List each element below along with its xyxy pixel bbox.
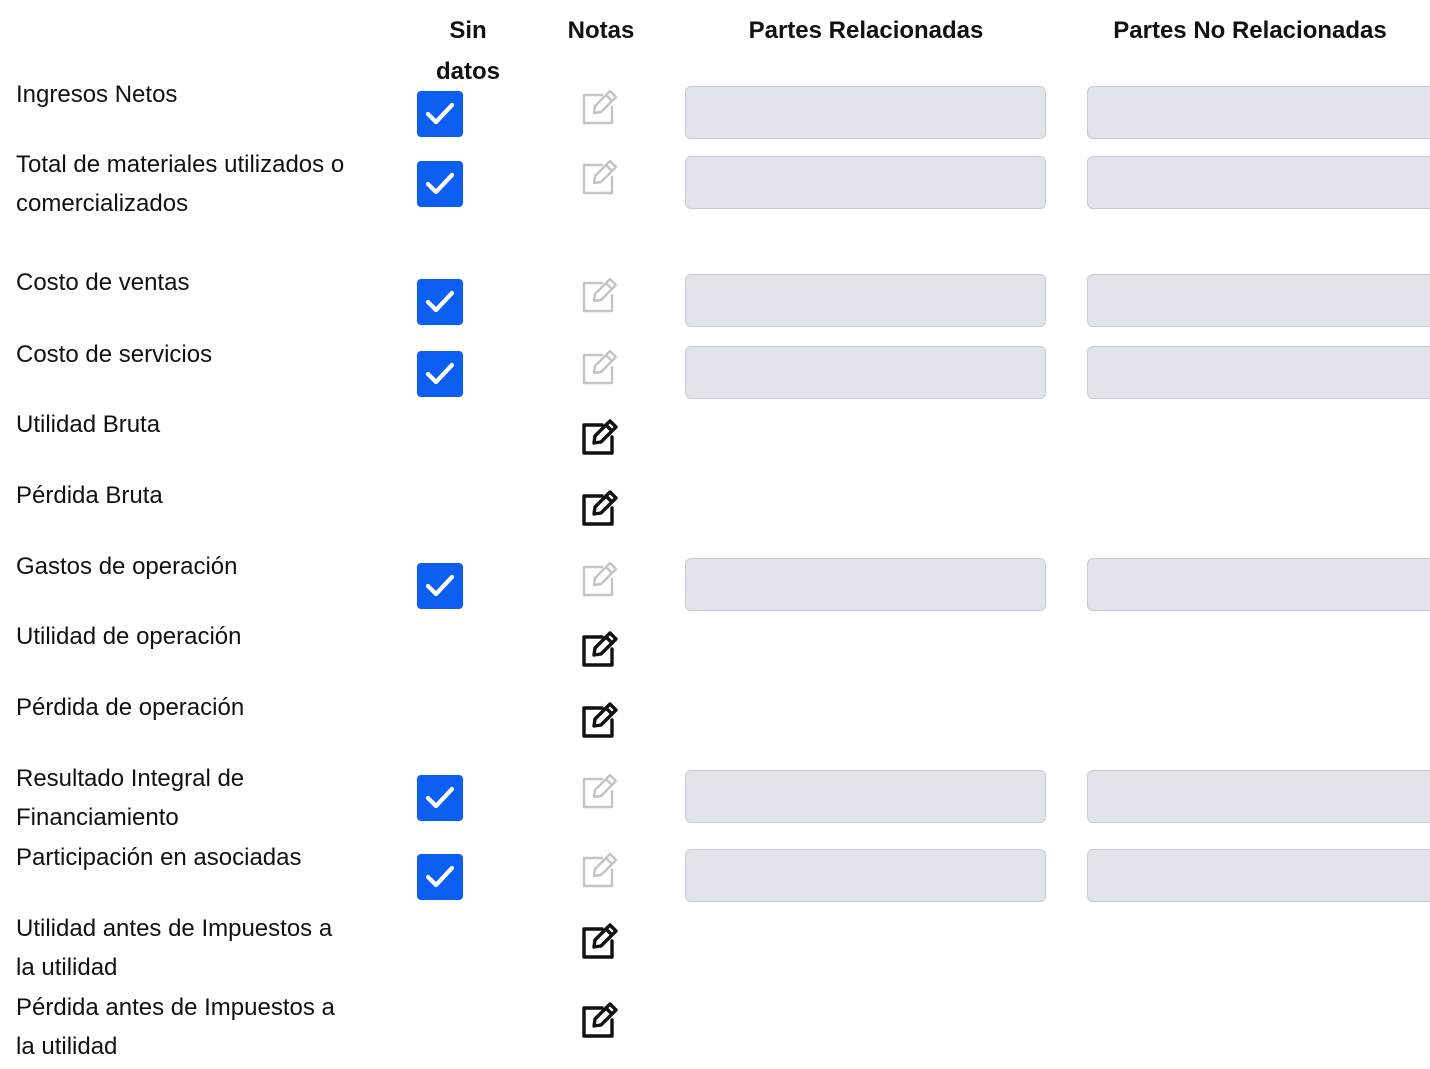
sin-datos-checkbox[interactable] (417, 563, 463, 609)
partes-relacionadas-input (685, 156, 1046, 209)
row-label: Pérdida Bruta (16, 482, 163, 509)
row-label: Total de materiales utilizados o comerci… (16, 151, 345, 217)
row-label: Gastos de operación (16, 553, 238, 580)
check-icon (425, 289, 455, 315)
check-icon (425, 101, 455, 127)
sin-datos-checkbox[interactable] (417, 161, 463, 207)
notes-edit-button[interactable] (575, 996, 625, 1046)
partes-no-relacionadas-input (1087, 274, 1430, 327)
edit-icon (578, 1001, 622, 1041)
notes-edit-button[interactable] (575, 625, 625, 675)
partes-relacionadas-input (685, 346, 1046, 399)
notes-edit-button (575, 555, 625, 605)
edit-icon (578, 348, 622, 388)
edit-icon (578, 560, 622, 600)
row-label: Resultado Integral de Financiamiento (16, 765, 245, 831)
header-partes-no-relacionadas: Partes No Relacionadas (1113, 17, 1387, 44)
row-label: Participación en asociadas (16, 844, 302, 871)
edit-icon (578, 489, 622, 529)
notes-edit-button[interactable] (575, 484, 625, 534)
notes-edit-button[interactable] (575, 917, 625, 967)
row-label: Utilidad antes de Impuestos a la utilida… (16, 915, 333, 981)
check-icon (425, 785, 455, 811)
notes-edit-button (575, 767, 625, 817)
check-icon (425, 573, 455, 599)
edit-icon (578, 418, 622, 458)
partes-no-relacionadas-input (1087, 86, 1430, 139)
partes-relacionadas-input (685, 86, 1046, 139)
partes-no-relacionadas-input (1087, 849, 1430, 902)
partes-no-relacionadas-input (1087, 346, 1430, 399)
sin-datos-checkbox[interactable] (417, 279, 463, 325)
partes-relacionadas-input (685, 849, 1046, 902)
check-icon (425, 361, 455, 387)
partes-no-relacionadas-input (1087, 156, 1430, 209)
notes-edit-button[interactable] (575, 696, 625, 746)
sin-datos-checkbox[interactable] (417, 91, 463, 137)
edit-icon (578, 276, 622, 316)
partes-relacionadas-input (685, 770, 1046, 823)
notes-edit-button (575, 271, 625, 321)
notes-edit-button (575, 153, 625, 203)
partes-relacionadas-input (685, 274, 1046, 327)
header-notas: Notas (567, 17, 635, 44)
sin-datos-checkbox[interactable] (417, 775, 463, 821)
row-label: Utilidad Bruta (16, 411, 161, 438)
notes-edit-button (575, 846, 625, 896)
row-label: Pérdida antes de Impuestos a la utilidad (16, 994, 335, 1060)
edit-icon (578, 772, 622, 812)
edit-icon (578, 630, 622, 670)
row-label: Costo de servicios (16, 341, 213, 368)
notes-edit-button (575, 343, 625, 393)
check-icon (425, 864, 455, 890)
row-label: Utilidad de operación (16, 623, 242, 650)
partes-no-relacionadas-input (1087, 770, 1430, 823)
edit-icon (578, 701, 622, 741)
edit-icon (578, 158, 622, 198)
header-sin-datos: Sin datos (435, 17, 500, 85)
row-label: Ingresos Netos (16, 81, 178, 108)
partes-no-relacionadas-input (1087, 558, 1430, 611)
header-partes-relacionadas: Partes Relacionadas (748, 17, 984, 44)
partes-relacionadas-input (685, 558, 1046, 611)
check-icon (425, 171, 455, 197)
edit-icon (578, 922, 622, 962)
row-label: Costo de ventas (16, 269, 190, 296)
notes-edit-button (575, 83, 625, 133)
notes-edit-button[interactable] (575, 413, 625, 463)
edit-icon (578, 851, 622, 891)
row-label: Pérdida de operación (16, 694, 245, 721)
edit-icon (578, 88, 622, 128)
sin-datos-checkbox[interactable] (417, 351, 463, 397)
sin-datos-checkbox[interactable] (417, 854, 463, 900)
